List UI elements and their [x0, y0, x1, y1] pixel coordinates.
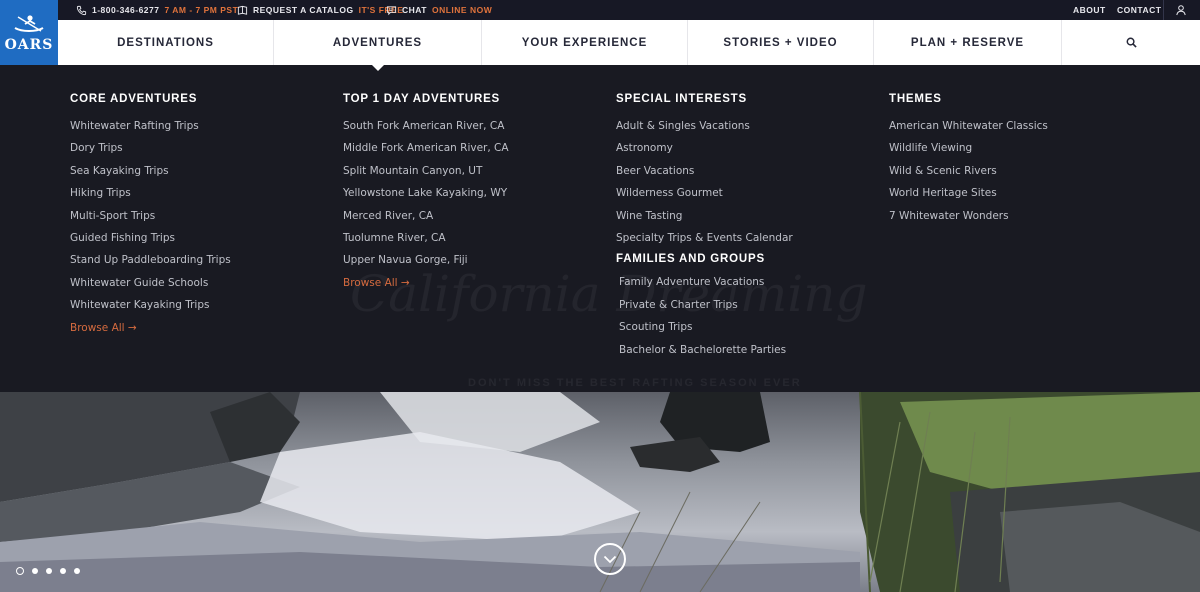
nav-adventures[interactable]: ADVENTURES: [274, 20, 482, 71]
menu-link[interactable]: Hiking Trips: [70, 186, 320, 208]
chevron-down-icon: [603, 555, 617, 564]
special-heading: SPECIAL INTERESTS: [616, 93, 747, 105]
search-button[interactable]: [1062, 20, 1200, 65]
search-icon: [1126, 37, 1137, 48]
menu-link[interactable]: Yellowstone Lake Kayaking, WY: [343, 186, 593, 208]
menu-link[interactable]: South Fork American River, CA: [343, 119, 593, 141]
catalog-label: REQUEST A CATALOG: [253, 5, 354, 15]
menu-link[interactable]: Scouting Trips: [616, 320, 866, 342]
themes-heading: THEMES: [889, 93, 942, 105]
slide-dot-1[interactable]: [16, 567, 24, 575]
menu-link[interactable]: American Whitewater Classics: [889, 119, 1139, 141]
menu-link[interactable]: Beer Vacations: [616, 164, 866, 186]
menu-link[interactable]: Stand Up Paddleboarding Trips: [70, 253, 320, 275]
topbar-divider: [1163, 0, 1164, 20]
menu-link[interactable]: Multi-Sport Trips: [70, 209, 320, 231]
chat-accent: ONLINE NOW: [431, 5, 493, 15]
logo-wordmark: OARS: [4, 36, 54, 53]
menu-link[interactable]: Tuolumne River, CA: [343, 231, 593, 253]
menu-link[interactable]: 7 Whitewater Wonders: [889, 209, 1139, 231]
menu-link[interactable]: Middle Fork American River, CA: [343, 141, 593, 163]
phone-icon: [76, 5, 87, 15]
browse-all-core-link[interactable]: Browse All →: [70, 321, 320, 343]
core-heading: CORE ADVENTURES: [70, 93, 198, 105]
adventures-mega-menu: California Dreaming DON'T MISS THE BEST …: [0, 65, 1200, 392]
hero-ghost-tagline: DON'T MISS THE BEST RAFTING SEASON EVER: [468, 377, 802, 389]
menu-link[interactable]: Dory Trips: [70, 141, 320, 163]
about-link[interactable]: ABOUT: [1073, 0, 1106, 20]
nav-your-experience[interactable]: YOUR EXPERIENCE: [482, 20, 688, 65]
utility-bar: 1-800-346-6277 7 AM - 7 PM PST REQUEST A…: [0, 0, 1200, 20]
menu-link[interactable]: Astronomy: [616, 141, 866, 163]
families-heading: FAMILIES AND GROUPS: [616, 253, 765, 266]
kayaker-icon: [14, 14, 44, 32]
menu-link[interactable]: Guided Fishing Trips: [70, 231, 320, 253]
nav-plan-reserve[interactable]: PLAN + RESERVE: [874, 20, 1062, 65]
slide-dot-4[interactable]: [60, 568, 66, 574]
catalog-icon: [237, 5, 248, 15]
chat-link[interactable]: CHAT ONLINE NOW: [386, 0, 492, 20]
nav-destinations[interactable]: DESTINATIONS: [58, 20, 274, 65]
menu-link[interactable]: Wild & Scenic Rivers: [889, 164, 1139, 186]
menu-column-core: CORE ADVENTURES Whitewater Rafting Trips…: [70, 93, 320, 343]
menu-column-top-1-day: TOP 1 DAY ADVENTURES South Fork American…: [343, 93, 593, 298]
hero-video-banner: [0, 392, 1200, 592]
menu-column-themes: THEMES American Whitewater Classics Wild…: [889, 93, 1139, 231]
slide-dot-3[interactable]: [46, 568, 52, 574]
menu-link[interactable]: Wine Tasting: [616, 209, 866, 231]
oars-logo[interactable]: OARS: [0, 0, 58, 65]
menu-link[interactable]: Sea Kayaking Trips: [70, 164, 320, 186]
slide-dot-5[interactable]: [74, 568, 80, 574]
browse-all-top1day-link[interactable]: Browse All →: [343, 276, 593, 298]
nav-stories-video[interactable]: STORIES + VIDEO: [688, 20, 874, 65]
menu-link[interactable]: Merced River, CA: [343, 209, 593, 231]
menu-link[interactable]: Whitewater Kayaking Trips: [70, 298, 320, 320]
slide-pagination: [16, 567, 80, 575]
menu-link[interactable]: World Heritage Sites: [889, 186, 1139, 208]
top1day-heading: TOP 1 DAY ADVENTURES: [343, 93, 501, 105]
phone-link[interactable]: 1-800-346-6277 7 AM - 7 PM PST: [76, 0, 238, 20]
menu-link[interactable]: Private & Charter Trips: [616, 298, 866, 320]
phone-number: 1-800-346-6277: [92, 5, 160, 15]
contact-link[interactable]: CONTACT: [1117, 0, 1161, 20]
menu-link[interactable]: Adult & Singles Vacations: [616, 119, 866, 141]
slide-dot-2[interactable]: [32, 568, 38, 574]
menu-link[interactable]: Whitewater Rafting Trips: [70, 119, 320, 141]
menu-link[interactable]: Wildlife Viewing: [889, 141, 1139, 163]
account-button[interactable]: [1175, 0, 1187, 20]
catalog-link[interactable]: REQUEST A CATALOG IT'S FREE: [237, 0, 403, 20]
chat-label: CHAT: [402, 5, 427, 15]
menu-link[interactable]: Family Adventure Vacations: [616, 275, 866, 297]
menu-link[interactable]: Split Mountain Canyon, UT: [343, 164, 593, 186]
phone-hours: 7 AM - 7 PM PST: [164, 5, 239, 15]
menu-link[interactable]: Specialty Trips & Events Calendar: [616, 231, 866, 253]
menu-link[interactable]: Whitewater Guide Schools: [70, 276, 320, 298]
menu-column-special-interests: SPECIAL INTERESTS Adult & Singles Vacati…: [616, 93, 866, 365]
menu-link[interactable]: Bachelor & Bachelorette Parties: [616, 343, 866, 365]
chat-icon: [386, 5, 397, 15]
scroll-down-button[interactable]: [594, 543, 626, 575]
menu-link[interactable]: Wilderness Gourmet: [616, 186, 866, 208]
menu-link[interactable]: Upper Navua Gorge, Fiji: [343, 253, 593, 275]
user-icon: [1176, 5, 1186, 16]
main-navigation: DESTINATIONS ADVENTURES YOUR EXPERIENCE …: [58, 20, 1200, 71]
